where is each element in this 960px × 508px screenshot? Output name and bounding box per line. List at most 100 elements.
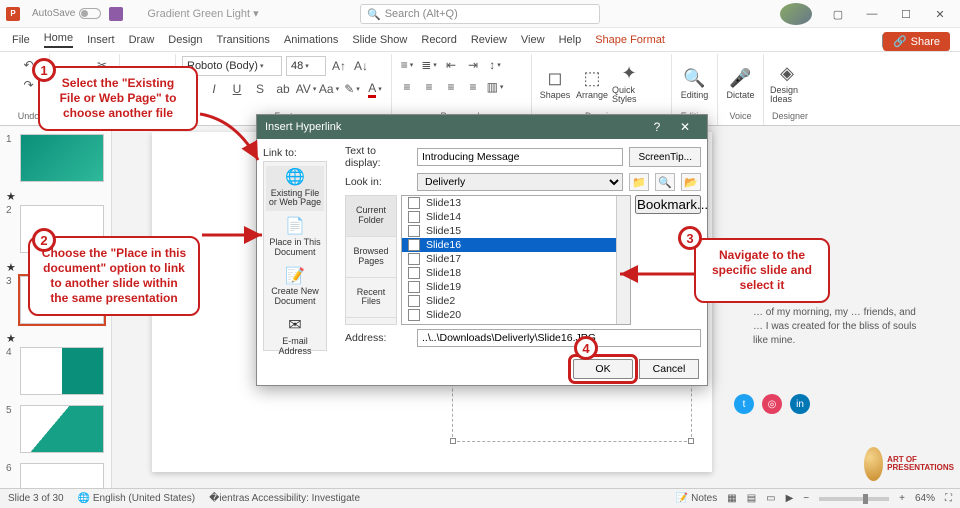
- font-size-select[interactable]: 48: [286, 56, 326, 76]
- linkto-create-new[interactable]: 📝Create New Document: [266, 265, 324, 310]
- dialog-close-button[interactable]: ✕: [671, 120, 699, 134]
- menu-record[interactable]: Record: [421, 34, 456, 46]
- case-icon[interactable]: Aa: [320, 80, 338, 98]
- italic-icon[interactable]: I: [205, 80, 223, 98]
- menu-design[interactable]: Design: [168, 34, 202, 46]
- bullets-icon[interactable]: ≡: [398, 56, 416, 74]
- cancel-button[interactable]: Cancel: [639, 359, 699, 379]
- language-status[interactable]: 🌐 English (United States): [78, 493, 196, 504]
- up-folder-icon[interactable]: 📁: [629, 173, 649, 191]
- toggle-icon[interactable]: [79, 8, 101, 19]
- zoom-level[interactable]: 64%: [915, 493, 935, 504]
- file-item[interactable]: Slide19: [402, 280, 630, 294]
- spacing-icon[interactable]: AV: [297, 80, 315, 98]
- autosave-toggle[interactable]: AutoSave: [32, 8, 101, 19]
- scrollbar[interactable]: [616, 196, 630, 324]
- dictate-button[interactable]: 🎤Dictate: [724, 64, 757, 104]
- share-button[interactable]: 🔗Share: [883, 32, 950, 51]
- shapes-button[interactable]: ◻Shapes: [538, 64, 572, 104]
- document-name[interactable]: Gradient Green Light ▾: [147, 7, 258, 20]
- thumb-4[interactable]: 4: [0, 345, 111, 397]
- file-list[interactable]: Slide13Slide14Slide15Slide16Slide17Slide…: [401, 195, 631, 325]
- file-item[interactable]: Slide20: [402, 308, 630, 322]
- ribbon-options-icon[interactable]: ▢: [822, 3, 854, 25]
- view-normal-icon[interactable]: ▦: [727, 493, 736, 504]
- menu-review[interactable]: Review: [471, 34, 507, 46]
- file-item[interactable]: Slide18: [402, 266, 630, 280]
- file-item[interactable]: Slide17: [402, 252, 630, 266]
- arrange-button[interactable]: ⬚Arrange: [575, 64, 609, 104]
- minimize-button[interactable]: —: [856, 3, 888, 25]
- file-item[interactable]: Slide13: [402, 196, 630, 210]
- tab-current-folder[interactable]: Current Folder: [346, 196, 396, 237]
- address-input[interactable]: [417, 329, 701, 347]
- align-right-icon[interactable]: ≡: [442, 78, 460, 96]
- zoom-slider[interactable]: [819, 497, 889, 501]
- dialog-help-button[interactable]: ?: [643, 120, 671, 134]
- decrease-font-icon[interactable]: A↓: [352, 57, 370, 75]
- accessibility-status[interactable]: �ientras Accessibility: Investigate: [209, 493, 360, 504]
- close-button[interactable]: ✕: [924, 3, 956, 25]
- font-color-icon[interactable]: A: [366, 80, 384, 98]
- fit-to-window-icon[interactable]: ⛶: [945, 493, 952, 504]
- view-reading-icon[interactable]: ▭: [766, 493, 775, 504]
- lookin-select[interactable]: Deliverly: [417, 173, 623, 191]
- menu-help[interactable]: Help: [559, 34, 582, 46]
- file-item[interactable]: Slide16: [402, 238, 630, 252]
- indent-inc-icon[interactable]: ⇥: [464, 56, 482, 74]
- menu-insert[interactable]: Insert: [87, 34, 115, 46]
- thumb-5[interactable]: 5: [0, 403, 111, 455]
- design-ideas-button[interactable]: ◈Design Ideas: [770, 64, 804, 104]
- linkto-existing-file[interactable]: 🌐Existing File or Web Page: [266, 166, 324, 211]
- file-item[interactable]: Slide2: [402, 294, 630, 308]
- menu-shape-format[interactable]: Shape Format: [595, 34, 665, 46]
- thumb-6[interactable]: 6: [0, 461, 111, 488]
- view-sorter-icon[interactable]: ▤: [747, 493, 756, 504]
- ok-button[interactable]: OK: [573, 359, 633, 379]
- twitter-icon[interactable]: t: [734, 394, 754, 414]
- linkedin-icon[interactable]: in: [790, 394, 810, 414]
- tab-browsed-pages[interactable]: Browsed Pages: [346, 237, 396, 278]
- line-spacing-icon[interactable]: ↕: [486, 56, 504, 74]
- menu-animations[interactable]: Animations: [284, 34, 338, 46]
- menu-view[interactable]: View: [521, 34, 545, 46]
- instagram-icon[interactable]: ◎: [762, 394, 782, 414]
- menu-slideshow[interactable]: Slide Show: [352, 34, 407, 46]
- menu-file[interactable]: File: [12, 34, 30, 46]
- zoom-out-icon[interactable]: −: [803, 493, 809, 504]
- strike-icon[interactable]: S: [251, 80, 269, 98]
- align-center-icon[interactable]: ≡: [420, 78, 438, 96]
- quick-styles-button[interactable]: ✦Quick Styles: [612, 64, 646, 104]
- tab-recent-files[interactable]: Recent Files: [346, 278, 396, 319]
- maximize-button[interactable]: ☐: [890, 3, 922, 25]
- text-to-display-input[interactable]: [417, 148, 623, 166]
- align-left-icon[interactable]: ≡: [398, 78, 416, 96]
- save-icon[interactable]: [109, 7, 123, 21]
- shadow-icon[interactable]: ab: [274, 80, 292, 98]
- screentip-button[interactable]: ScreenTip...: [629, 147, 701, 167]
- linkto-email[interactable]: ✉E-mail Address: [266, 314, 324, 359]
- linkto-place-in-document[interactable]: 📄Place in This Document: [266, 215, 324, 260]
- underline-icon[interactable]: U: [228, 80, 246, 98]
- menu-transitions[interactable]: Transitions: [217, 34, 270, 46]
- bookmark-button[interactable]: Bookmark...: [635, 195, 701, 214]
- thumb-1[interactable]: 1: [0, 132, 111, 184]
- notes-button[interactable]: 📝 Notes: [676, 493, 717, 504]
- file-item[interactable]: Slide15: [402, 224, 630, 238]
- view-slideshow-icon[interactable]: ▶: [786, 493, 794, 504]
- numbering-icon[interactable]: ≣: [420, 56, 438, 74]
- increase-font-icon[interactable]: A↑: [330, 57, 348, 75]
- highlight-icon[interactable]: ✎: [343, 80, 361, 98]
- justify-icon[interactable]: ≡: [464, 78, 482, 96]
- browse-file-icon[interactable]: 📂: [681, 173, 701, 191]
- columns-icon[interactable]: ▥: [486, 78, 504, 96]
- user-avatar[interactable]: [780, 3, 812, 25]
- zoom-in-icon[interactable]: +: [899, 493, 905, 504]
- menu-home[interactable]: Home: [44, 32, 73, 48]
- dialog-titlebar[interactable]: Insert Hyperlink ? ✕: [257, 115, 707, 139]
- editing-button[interactable]: 🔍Editing: [678, 64, 711, 104]
- menu-draw[interactable]: Draw: [129, 34, 155, 46]
- search-input[interactable]: 🔍 Search (Alt+Q): [360, 4, 600, 24]
- file-item[interactable]: Slide14: [402, 210, 630, 224]
- browse-web-icon[interactable]: 🔍: [655, 173, 675, 191]
